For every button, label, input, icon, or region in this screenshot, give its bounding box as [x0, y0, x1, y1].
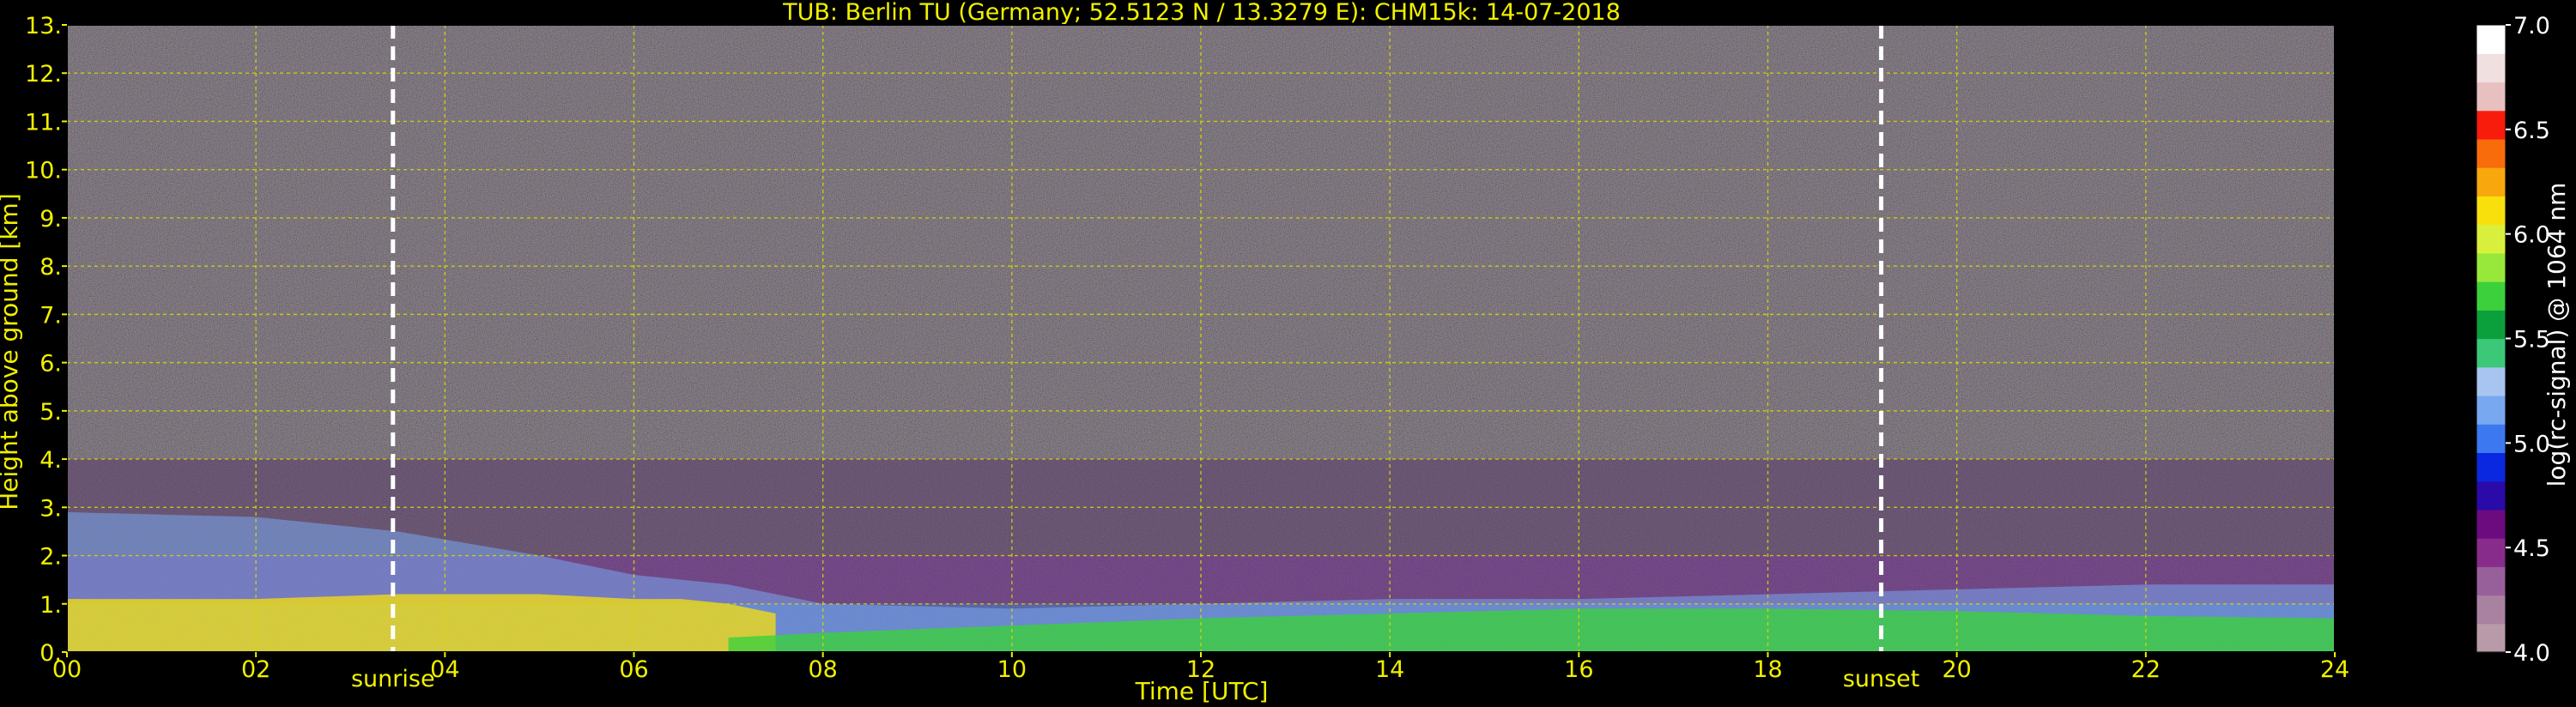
y-tick-label: 11.: [25, 109, 62, 136]
colorbar-swatch: [2476, 595, 2506, 625]
plot-area: [66, 24, 2336, 653]
y-tick-label: 5.: [39, 399, 62, 426]
colorbar-swatch: [2476, 196, 2506, 226]
x-tick-label: 00: [52, 656, 82, 683]
y-tick-label: 3.: [39, 495, 62, 522]
chart-title: TUB: Berlin TU (Germany; 52.5123 N / 13.…: [782, 0, 1621, 26]
annotation-label: sunrise: [351, 666, 435, 692]
colorbar-tick-label: 6.5: [2513, 118, 2550, 144]
colorbar-swatch: [2476, 566, 2506, 596]
colorbar-swatch: [2476, 509, 2506, 539]
y-tick-label: 10.: [25, 158, 62, 184]
colorbar-swatch: [2476, 138, 2506, 168]
y-tick-label: 9.: [39, 206, 62, 233]
x-tick-label: 06: [619, 656, 648, 683]
y-tick-label: 13.: [25, 13, 62, 39]
y-tick-label: 6.: [39, 351, 62, 378]
y-axis-label: Height above ground [km]: [0, 193, 23, 511]
colorbar-swatch: [2476, 224, 2506, 254]
colorbar-swatch: [2476, 281, 2506, 311]
colorbar-swatch: [2476, 310, 2506, 340]
colorbar-tick-label: 4.0: [2513, 640, 2550, 667]
x-tick-label: 24: [2320, 656, 2349, 683]
colorbar: [2476, 24, 2506, 653]
y-tick-label: 2.: [39, 544, 62, 571]
colorbar-swatch: [2476, 25, 2506, 54]
colorbar-swatch: [2476, 623, 2506, 653]
y-tick-label: 12.: [25, 61, 62, 88]
x-tick-label: 10: [997, 656, 1027, 683]
colorbar-swatch: [2476, 53, 2506, 83]
x-tick-label: 14: [1375, 656, 1404, 683]
annotation-label: sunset: [1843, 666, 1920, 692]
y-tick-label: 8.: [39, 254, 62, 281]
ceilometer-figure: TUB: Berlin TU (Germany; 52.5123 N / 13.…: [0, 0, 2576, 707]
x-tick-label: 02: [241, 656, 270, 683]
x-axis-label: Time [UTC]: [1135, 677, 1269, 705]
colorbar-swatch: [2476, 452, 2506, 482]
x-tick-label: 08: [808, 656, 837, 683]
x-tick-label: 20: [1942, 656, 1971, 683]
y-tick-label: 1.: [39, 592, 62, 619]
colorbar-swatch: [2476, 167, 2506, 196]
colorbar-swatch: [2476, 480, 2506, 511]
y-tick-label: 7.: [39, 302, 62, 329]
colorbar-swatch: [2476, 538, 2506, 567]
colorbar-swatch: [2476, 252, 2506, 282]
colorbar-tick-label: 7.0: [2513, 13, 2550, 39]
colorbar-label: log(rc-signal) @ 1064 nm: [2543, 183, 2571, 487]
colorbar-swatch: [2476, 338, 2506, 368]
colorbar-tick-label: 4.5: [2513, 535, 2550, 562]
layer-aerosol-layer: [67, 594, 776, 652]
x-tick-label: 16: [1564, 656, 1593, 683]
x-tick-label: 18: [1753, 656, 1782, 683]
colorbar-swatch: [2476, 110, 2506, 140]
colorbar-swatch: [2476, 395, 2506, 425]
y-tick-label: 4.: [39, 447, 62, 474]
x-tick-label: 22: [2131, 656, 2161, 683]
colorbar-swatch: [2476, 424, 2506, 454]
colorbar-swatch: [2476, 82, 2506, 112]
colorbar-swatch: [2476, 366, 2506, 396]
